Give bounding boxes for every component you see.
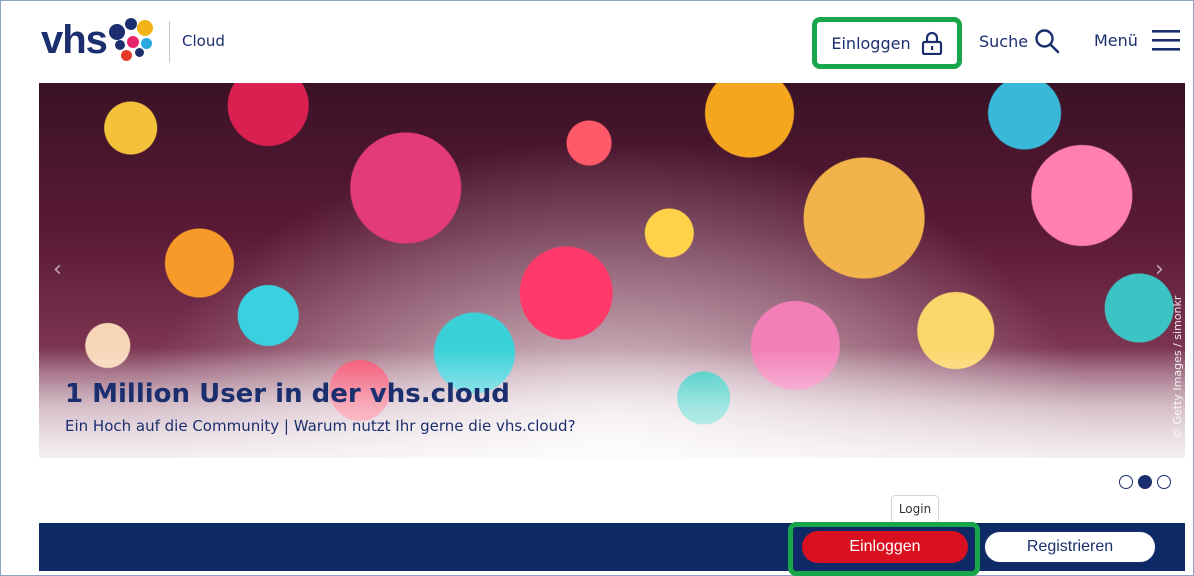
vhs-dots-logo-icon <box>108 18 155 62</box>
lock-icon <box>921 31 942 55</box>
vhs-logo[interactable]: vhs <box>41 15 155 65</box>
hamburger-icon <box>1151 30 1180 51</box>
brand-subtitle: Cloud <box>182 32 225 50</box>
carousel-dots <box>1119 475 1171 489</box>
carousel-dot-1[interactable] <box>1119 475 1133 489</box>
carousel-dot-2[interactable] <box>1138 475 1152 489</box>
header-search-link[interactable]: Suche <box>979 28 1060 54</box>
header-login-link[interactable]: Einloggen <box>812 17 962 69</box>
carousel-dot-3[interactable] <box>1157 475 1171 489</box>
register-button[interactable]: Registrieren <box>984 531 1156 563</box>
hero-title[interactable]: 1 Million User in der vhs.cloud <box>65 379 510 409</box>
image-credit: © Getty Images / simonkr <box>1171 295 1184 439</box>
hero-subtitle: Ein Hoch auf die Community | Warum nutzt… <box>65 417 576 435</box>
hero-banner[interactable]: ‹ › 1 Million User in der vhs.cloud Ein … <box>39 83 1185 458</box>
menu-label: Menü <box>1094 30 1138 50</box>
hero-prev-icon[interactable]: ‹ <box>53 259 67 281</box>
logo-divider <box>169 21 170 63</box>
login-tooltip: Login <box>891 495 939 523</box>
header-login-label: Einloggen <box>831 33 911 53</box>
site-header: vhs Cloud Einloggen Suche Menü <box>1 1 1194 83</box>
hero-next-icon[interactable]: › <box>1155 259 1169 281</box>
header-menu-link[interactable]: Menü <box>1094 28 1180 52</box>
logo-text: vhs <box>41 17 108 62</box>
search-icon <box>1035 29 1060 54</box>
search-label: Suche <box>979 31 1029 51</box>
login-button[interactable]: Einloggen <box>802 531 968 563</box>
